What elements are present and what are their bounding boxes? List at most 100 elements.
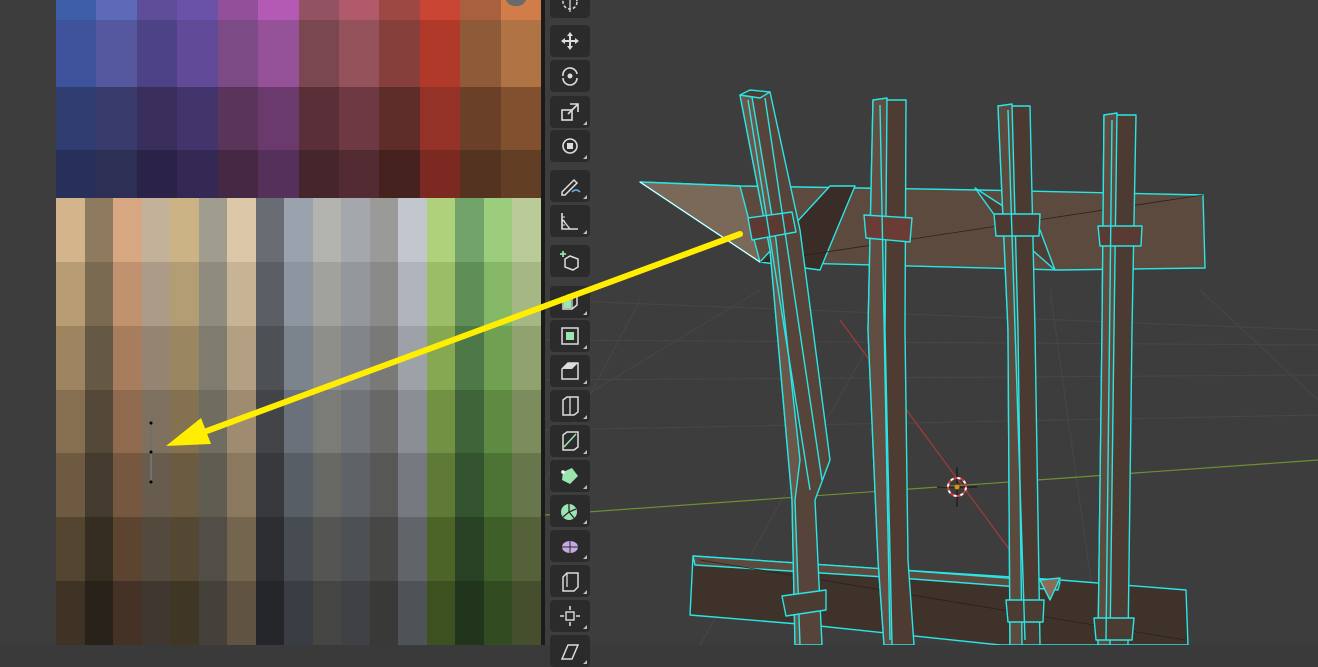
shrink-fatten-tool-button[interactable] — [550, 600, 590, 632]
palette-swatch — [419, 150, 461, 198]
palette-swatch — [512, 261, 541, 326]
move-tool-button[interactable] — [550, 25, 590, 57]
palette-swatch — [284, 261, 314, 326]
palette-swatch — [369, 325, 399, 390]
palette-swatch — [113, 325, 143, 390]
spin-tool-button[interactable] — [550, 495, 590, 527]
palette-swatch — [96, 0, 138, 20]
palette-swatch — [141, 325, 171, 390]
palette-swatch — [338, 87, 380, 150]
palette-swatch — [483, 581, 513, 645]
palette-swatch — [96, 20, 138, 87]
extrude-region-tool-button[interactable] — [550, 286, 590, 318]
palette-swatch — [312, 517, 342, 582]
tool-variants-indicator — [583, 230, 587, 234]
shear-icon — [560, 644, 580, 660]
palette-swatch — [426, 261, 456, 326]
palette-swatch — [426, 517, 456, 582]
palette-swatch — [258, 87, 300, 150]
tool-variants-indicator — [583, 345, 587, 349]
rotate-tool-button[interactable] — [550, 60, 590, 92]
scale-tool-button[interactable] — [550, 96, 590, 128]
palette-swatch — [379, 20, 421, 87]
palette-swatch — [483, 389, 513, 454]
palette-swatch — [398, 325, 428, 390]
tool-variants-indicator — [583, 485, 587, 489]
palette-swatch — [113, 581, 143, 645]
bevel-tool-button[interactable] — [550, 355, 590, 387]
uv-editor[interactable] — [0, 0, 541, 645]
uv-island-selected[interactable] — [149, 421, 154, 484]
smooth-tool-button[interactable] — [550, 530, 590, 562]
palette-swatch — [84, 389, 114, 454]
loop-cut-tool-button[interactable] — [550, 390, 590, 422]
palette-swatch — [419, 87, 461, 150]
palette-swatch — [338, 0, 380, 20]
palette-swatch — [460, 20, 502, 87]
inset-faces-tool-button[interactable] — [550, 320, 590, 352]
palette-swatch — [426, 198, 456, 262]
palette-swatch — [426, 389, 456, 454]
palette-swatch — [284, 389, 314, 454]
knife-tool-button[interactable] — [550, 425, 590, 457]
palette-swatch — [483, 198, 513, 262]
tool-variants-indicator — [583, 520, 587, 524]
palette-swatch — [56, 150, 97, 198]
palette-swatch — [141, 581, 171, 645]
3d-viewport[interactable] — [545, 0, 1318, 645]
palette-swatch — [198, 198, 228, 262]
edge-slide-icon — [562, 572, 579, 592]
palette-swatch — [141, 453, 171, 518]
palette-swatch — [398, 261, 428, 326]
edge-slide-tool-button[interactable] — [550, 565, 590, 597]
palette-swatch — [341, 453, 371, 518]
palette-swatch — [258, 0, 300, 20]
annotate-tool-button[interactable] — [550, 170, 590, 202]
palette-swatch — [56, 517, 85, 582]
palette-swatch — [141, 261, 171, 326]
palette-swatch — [177, 0, 219, 20]
palette-swatch — [255, 325, 285, 390]
palette-swatch — [198, 389, 228, 454]
palette-swatch — [398, 453, 428, 518]
palette-swatch — [141, 198, 171, 262]
palette-swatch — [255, 198, 285, 262]
scale-icon — [561, 103, 579, 121]
tool-shelf — [550, 0, 590, 667]
palette-swatch — [177, 20, 219, 87]
transform-tool-button[interactable] — [550, 130, 590, 162]
tool-variants-indicator — [583, 155, 587, 159]
palette-swatch — [460, 0, 502, 20]
palette-swatch — [426, 325, 456, 390]
palette-swatch — [298, 20, 340, 87]
add-cube-tool-button[interactable] — [550, 245, 590, 277]
measure-tool-button[interactable] — [550, 205, 590, 237]
palette-swatch — [341, 581, 371, 645]
palette-swatch — [398, 517, 428, 582]
palette-swatch — [177, 87, 219, 150]
palette-swatch — [341, 261, 371, 326]
palette-swatch — [298, 0, 340, 20]
palette-swatch — [84, 453, 114, 518]
poly-build-tool-button[interactable] — [550, 460, 590, 492]
palette-swatch — [255, 581, 285, 645]
palette-swatch — [341, 389, 371, 454]
tool-variants-indicator — [583, 660, 587, 664]
palette-swatch — [217, 0, 259, 20]
palette-swatch — [369, 261, 399, 326]
palette-swatch — [379, 87, 421, 150]
post-2 — [863, 97, 915, 645]
palette-swatch — [227, 453, 257, 518]
palette-swatch — [255, 261, 285, 326]
palette-swatch — [460, 87, 502, 150]
palette-swatch — [284, 581, 314, 645]
palette-swatch — [136, 150, 178, 198]
palette-swatch — [312, 453, 342, 518]
palette-swatch — [298, 150, 340, 198]
palette-swatch — [136, 20, 178, 87]
shear-tool-button[interactable] — [550, 635, 590, 667]
tool-variants-indicator — [583, 195, 587, 199]
cursor-tool-button[interactable] — [550, 0, 590, 18]
tool-variants-indicator — [583, 121, 587, 125]
palette-swatch — [227, 325, 257, 390]
